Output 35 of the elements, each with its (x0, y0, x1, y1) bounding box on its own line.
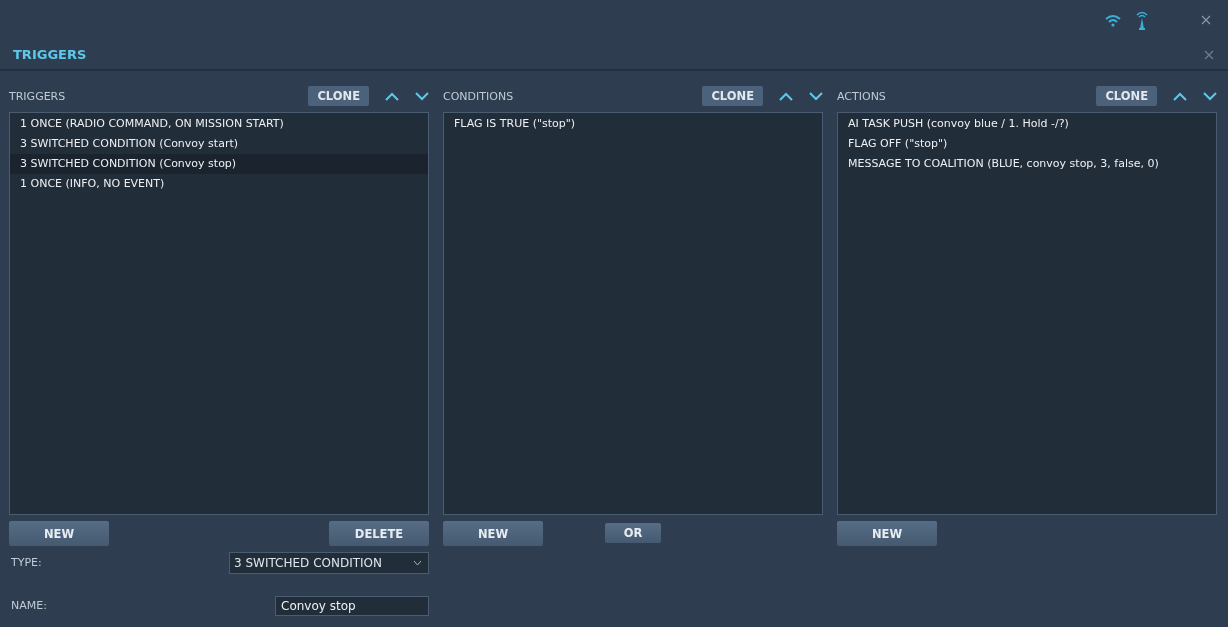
action-button[interactable]: NEW (443, 521, 543, 546)
chevron-up-icon[interactable] (385, 91, 399, 101)
list-item[interactable]: MESSAGE TO COALITION (BLUE, convoy stop, 3, false, 0) (838, 154, 1216, 174)
radio-tower-icon[interactable] (1135, 10, 1149, 30)
chevron-down-icon[interactable] (413, 559, 422, 566)
chevron-down-icon[interactable] (1203, 91, 1217, 101)
list-item[interactable]: 1 ONCE (RADIO COMMAND, ON MISSION START) (10, 114, 428, 134)
list-item[interactable]: FLAG IS TRUE ("stop") (444, 114, 822, 134)
close-icon[interactable] (1201, 15, 1211, 25)
action-button[interactable]: DELETE (329, 521, 429, 546)
clone-button[interactable]: CLONE (1096, 86, 1157, 106)
type-label: TYPE: (10, 556, 42, 569)
chevron-up-icon[interactable] (779, 91, 793, 101)
clone-button[interactable]: CLONE (308, 86, 369, 106)
list-item[interactable]: AI TASK PUSH (convoy blue / 1. Hold -/?) (838, 114, 1216, 134)
action-button[interactable]: OR (605, 523, 661, 543)
list-item[interactable]: 3 SWITCHED CONDITION (Convoy stop) (10, 154, 428, 174)
panel-title: ACTIONS (837, 89, 887, 103)
close-icon[interactable] (1204, 49, 1214, 60)
name-field[interactable]: Convoy stop (275, 595, 429, 616)
panel-title: CONDITIONS (443, 89, 515, 103)
chevron-down-icon[interactable] (809, 91, 823, 101)
clone-button[interactable]: CLONE (702, 86, 763, 106)
type-dropdown[interactable]: 3 SWITCHED CONDITION (229, 551, 429, 574)
wifi-icon[interactable] (1105, 13, 1121, 27)
list-item[interactable]: 3 SWITCHED CONDITION (Convoy start) (10, 134, 428, 154)
list-item[interactable]: 1 ONCE (INFO, NO EVENT) (10, 174, 428, 194)
chevron-down-icon[interactable] (415, 91, 429, 101)
action-button[interactable]: NEW (837, 521, 937, 546)
window-title: TRIGGERS (13, 47, 87, 62)
list-item[interactable]: FLAG OFF ("stop") (838, 134, 1216, 154)
chevron-up-icon[interactable] (1173, 91, 1187, 101)
name-label: NAME: (10, 599, 47, 612)
panel-title: TRIGGERS (9, 89, 67, 103)
action-button[interactable]: NEW (9, 521, 109, 546)
